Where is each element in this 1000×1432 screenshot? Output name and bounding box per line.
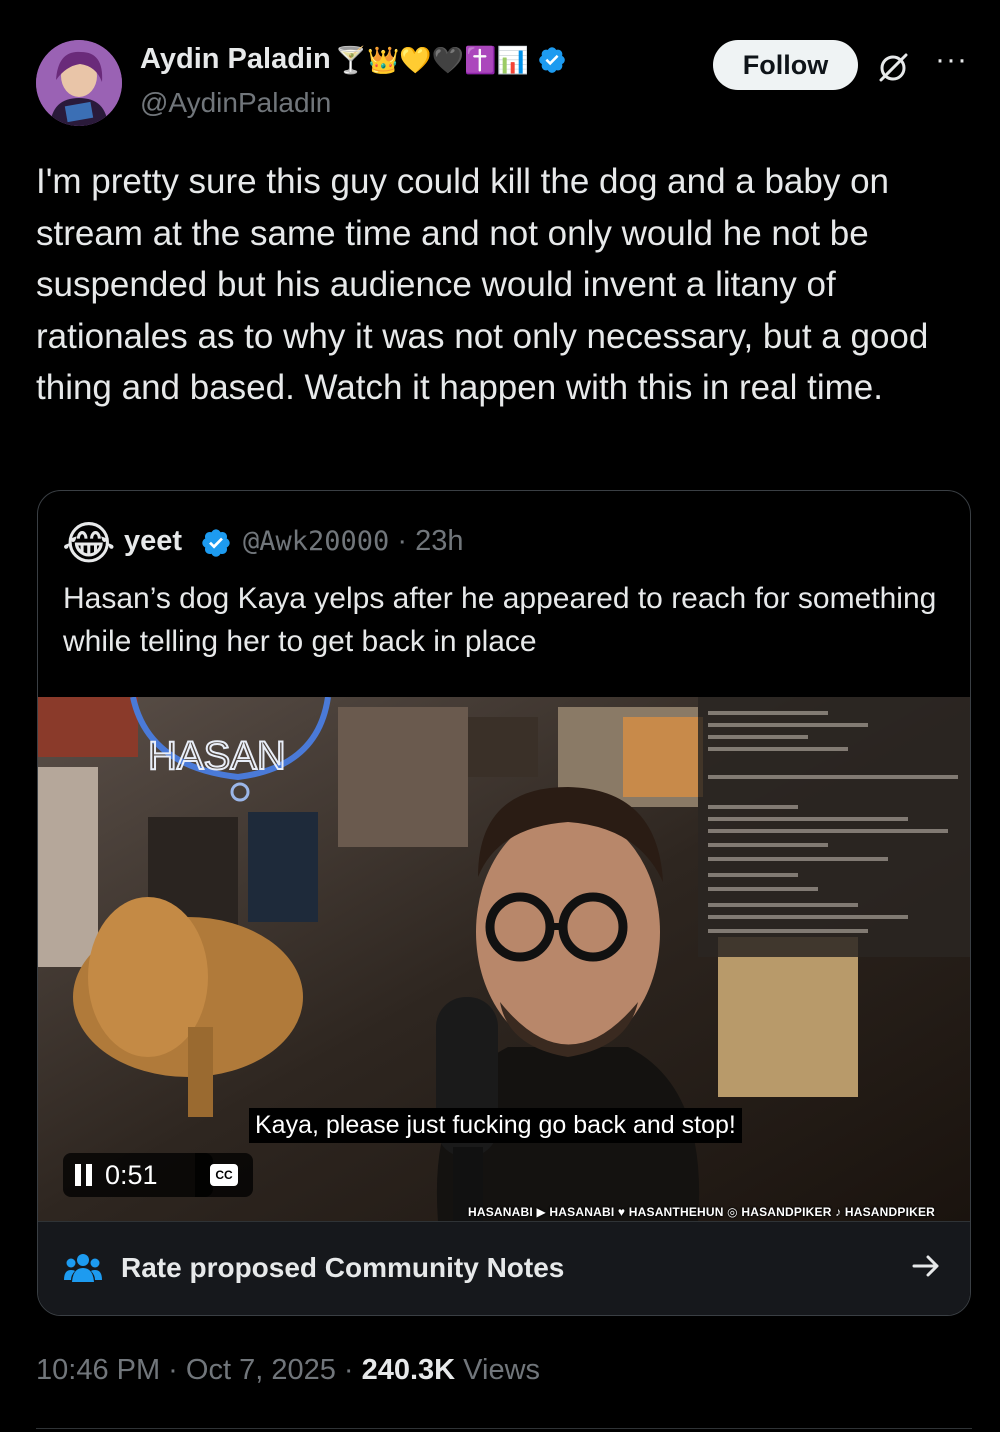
arrow-right-icon[interactable] — [910, 1250, 942, 1282]
grok-icon[interactable] — [875, 50, 911, 86]
quote-age: · 23h — [389, 525, 464, 557]
divider — [36, 1428, 972, 1429]
video-player[interactable]: HASAN Kaya, please just fucking go back … — [38, 697, 970, 1221]
author-name-row[interactable]: Aydin Paladin 🍸👑💛🖤✝️📊 — [140, 43, 567, 76]
community-notes-bar[interactable]: Rate proposed Community Notes — [38, 1221, 970, 1315]
cc-icon: CC — [210, 1164, 238, 1186]
post-timestamp[interactable]: 10:46 PM · Oct 7, 2025 · — [36, 1354, 362, 1386]
community-notes-label[interactable]: Rate proposed Community Notes — [121, 1252, 564, 1284]
quote-author-name[interactable]: yeet — [124, 525, 182, 558]
video-time: 0:51 — [105, 1159, 158, 1190]
neon-sign-text: HASAN — [148, 734, 286, 778]
quote-avatar[interactable]: 😂 — [62, 518, 116, 568]
quote-handle[interactable]: @Awk20000 — [243, 526, 389, 557]
people-icon — [64, 1254, 102, 1282]
views-count: 240.3K — [361, 1354, 456, 1386]
playback-control[interactable]: 0:51 — [63, 1153, 213, 1197]
author-name[interactable]: Aydin Paladin — [140, 43, 331, 76]
quoted-post[interactable]: 😂 yeet @Awk20000 · 23h Hasan’s dog Kaya … — [37, 490, 971, 1316]
video-caption: Kaya, please just fucking go back and st… — [249, 1108, 742, 1143]
verified-badge-icon — [539, 46, 565, 73]
more-options-icon[interactable]: ··· — [935, 45, 971, 80]
quote-verified-badge-icon — [202, 529, 230, 557]
quote-text: Hasan’s dog Kaya yelps after he appeared… — [63, 582, 937, 658]
captions-button[interactable]: CC — [195, 1153, 253, 1197]
views-label: Views — [455, 1354, 541, 1386]
follow-button[interactable]: Follow — [713, 40, 858, 90]
pause-icon[interactable] — [75, 1164, 93, 1186]
author-avatar[interactable] — [36, 40, 122, 126]
post-text: I'm pretty sure this guy could kill the … — [36, 162, 929, 407]
name-emojis: 🍸👑💛🖤✝️📊 — [334, 44, 529, 75]
post-meta: 10:46 PM · Oct 7, 2025 · 240.3K Views — [36, 1354, 540, 1387]
video-socials-overlay: HASANABI ▶ HASANABI ♥ HASANTHEHUN ◎ HASA… — [468, 1205, 936, 1219]
quote-handle-row: @Awk20000 · 23h — [243, 525, 463, 558]
author-handle[interactable]: @AydinPaladin — [140, 87, 331, 119]
